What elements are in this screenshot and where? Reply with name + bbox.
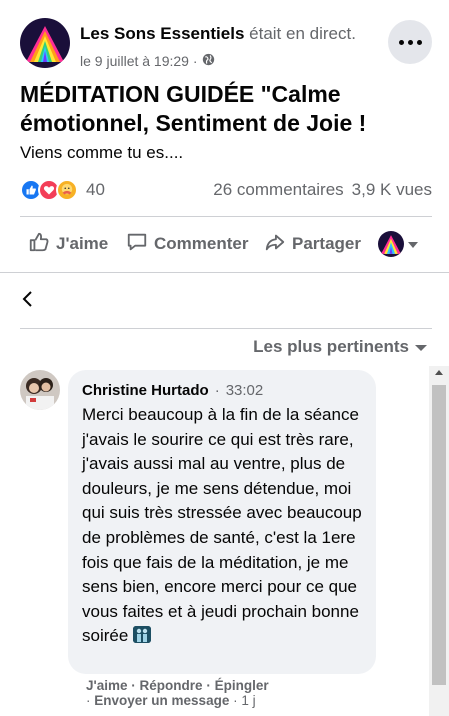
post-date[interactable]: le 9 juillet à 19:29 · [80, 53, 198, 69]
globe-icon [202, 53, 215, 69]
stats-right: 26 commentaires 3,9 K vues [213, 180, 432, 200]
comment-pin-button[interactable]: Épingler [215, 678, 269, 693]
post-author-line: Les Sons Essentiels était en direct. [80, 24, 356, 44]
dot-separator: · [206, 678, 211, 693]
comment-like-button[interactable]: J'aime [86, 678, 128, 693]
comment-bubble: Christine Hurtado · 33:02 Merci beaucoup… [68, 370, 376, 674]
page-name[interactable]: Les Sons Essentiels [80, 24, 244, 43]
comment-text-content: Merci beaucoup à la fin de la séance j'a… [82, 405, 362, 646]
views-count: 3,9 K vues [351, 180, 432, 199]
couple-emoji-icon [133, 626, 152, 644]
comments-count[interactable]: 26 commentaires [213, 180, 343, 199]
chevron-left-icon [18, 291, 40, 314]
comment-actions-secondary: · Envoyer un message · 1 j [86, 693, 256, 708]
share-label: Partager [292, 234, 361, 253]
like-label: J'aime [56, 234, 109, 253]
post-text: Viens comme tu es.... [20, 143, 184, 162]
comment-label: Commenter [154, 234, 249, 253]
sort-label: Les plus pertinents [253, 337, 409, 356]
like-button[interactable]: J'aime [28, 231, 108, 258]
dot-icon [407, 39, 413, 45]
caret-down-icon [415, 337, 427, 357]
comment-timestamp[interactable]: 33:02 [226, 382, 264, 399]
comment-reply-button[interactable]: Répondre [140, 678, 203, 693]
post-header: Les Sons Essentiels était en direct. le … [20, 18, 440, 74]
comment-icon [126, 231, 148, 258]
care-reaction-icon [56, 179, 78, 201]
comment-button[interactable]: Commenter [126, 231, 248, 258]
more-options-button[interactable] [388, 20, 432, 64]
share-button[interactable]: Partager [264, 231, 361, 258]
page-avatar-small [378, 231, 404, 257]
dot-icon [398, 39, 404, 45]
comment-text: Merci beaucoup à la fin de la séance j'a… [82, 403, 362, 649]
react-as-selector[interactable] [378, 231, 418, 257]
reactions-summary[interactable]: 40 [20, 178, 105, 202]
page-avatar[interactable] [20, 18, 70, 68]
post-actions: J'aime Commenter Partager [20, 226, 432, 262]
comment-actions: J'aime · Répondre · Épingler [86, 678, 269, 693]
caret-down-icon [408, 234, 418, 254]
divider [20, 328, 432, 329]
send-message-button[interactable]: Envoyer un message [94, 693, 229, 708]
comment-author[interactable]: Christine Hurtado [82, 382, 209, 399]
dot-separator: · [131, 678, 136, 693]
commenter-avatar[interactable] [20, 370, 60, 410]
dot-icon [416, 39, 422, 45]
comments-scrollbar[interactable] [429, 366, 449, 716]
divider [20, 216, 432, 217]
comment-sort-selector[interactable]: Les plus pertinents [253, 337, 427, 357]
live-status: était en direct. [249, 24, 356, 43]
post-meta: le 9 juillet à 19:29 · [80, 53, 215, 69]
post-title: MÉDITATION GUIDÉE "Calme émotionnel, Sen… [20, 81, 367, 136]
post-stats: 40 26 commentaires 3,9 K vues [20, 178, 432, 202]
reaction-count: 40 [86, 180, 105, 199]
scroll-thumb[interactable] [432, 385, 446, 685]
dot-separator: · [233, 693, 238, 708]
scroll-up-arrow-icon[interactable] [435, 370, 443, 375]
comment-separator: · [214, 382, 220, 399]
comment-header: Christine Hurtado · 33:02 [82, 382, 362, 399]
dot-separator: · [86, 693, 91, 708]
section-divider [0, 272, 449, 273]
share-icon [264, 231, 286, 258]
comment-age[interactable]: 1 j [241, 693, 255, 708]
back-button[interactable] [18, 288, 40, 310]
thumbs-up-icon [28, 231, 50, 258]
